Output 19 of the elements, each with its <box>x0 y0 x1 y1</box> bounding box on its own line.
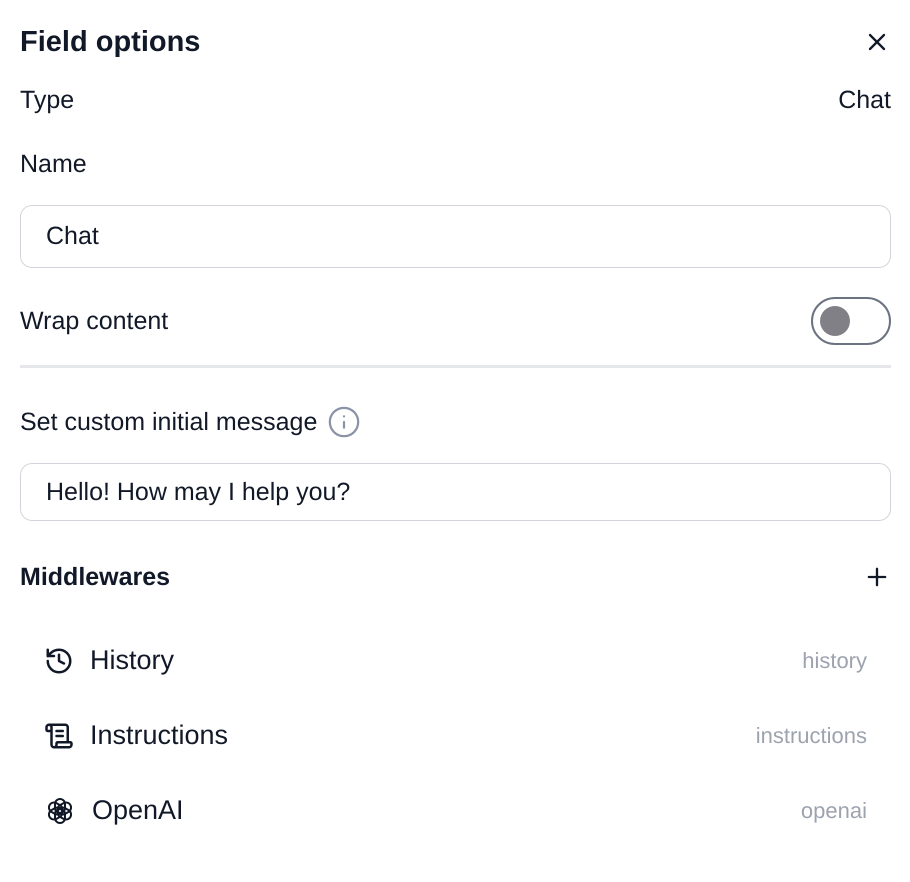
middleware-key: instructions <box>756 722 867 748</box>
type-value: Chat <box>838 86 891 114</box>
section-title: Middlewares <box>20 562 170 592</box>
initial-message-label: Set custom initial message <box>20 408 318 436</box>
middleware-key: openai <box>800 798 867 824</box>
type-label: Type <box>20 86 74 114</box>
initial-message-field[interactable]: Hello! How may I help you? <box>20 463 891 521</box>
panel-title: Field options <box>20 26 200 58</box>
scroll-icon <box>44 720 74 750</box>
name-field[interactable]: Chat <box>20 205 891 268</box>
wrap-toggle[interactable] <box>811 297 891 345</box>
wrap-content-label: Wrap content <box>20 306 168 336</box>
middleware-name[interactable]: History <box>90 645 802 676</box>
middleware-name[interactable]: Instructions <box>90 720 756 751</box>
info-icon[interactable] <box>327 405 362 439</box>
middleware-key: history <box>802 648 867 674</box>
middleware-name[interactable]: OpenAI <box>92 795 801 826</box>
name-label: Name <box>20 150 87 178</box>
history-icon <box>44 646 74 676</box>
